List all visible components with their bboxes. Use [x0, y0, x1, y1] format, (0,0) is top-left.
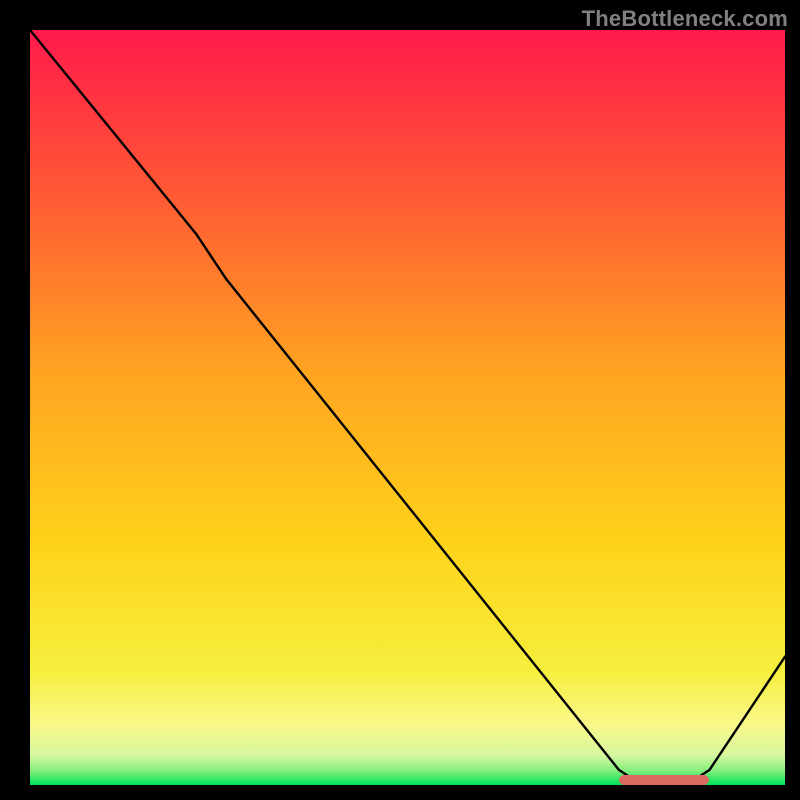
watermark-text: TheBottleneck.com: [582, 6, 788, 32]
chart-container: TheBottleneck.com: [0, 0, 800, 800]
chart-svg: [30, 30, 785, 785]
gradient-background: [30, 30, 785, 785]
highlight-marker: [619, 775, 710, 785]
plot-area: [30, 30, 785, 785]
